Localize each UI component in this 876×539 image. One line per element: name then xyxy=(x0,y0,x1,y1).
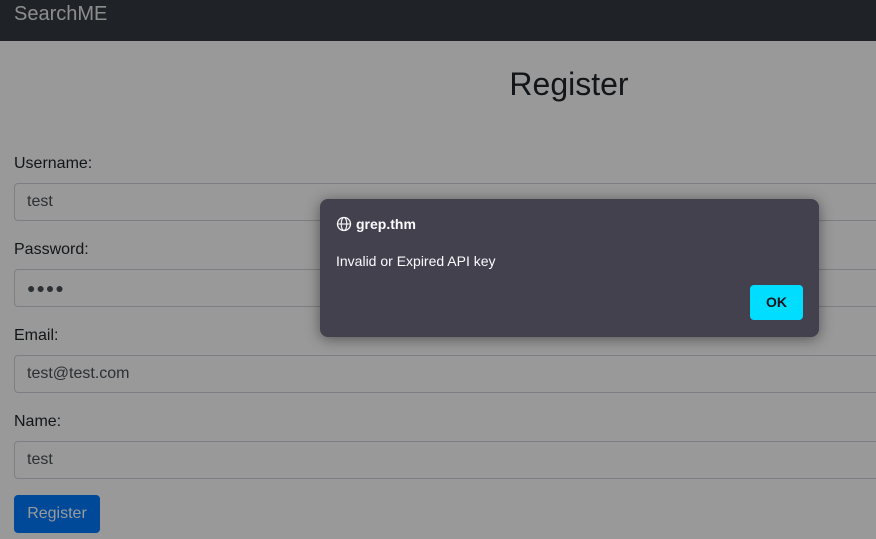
globe-icon xyxy=(336,216,352,232)
dialog-message: Invalid or Expired API key xyxy=(336,253,496,269)
ok-button[interactable]: OK xyxy=(750,285,803,320)
dialog-origin: grep.thm xyxy=(336,215,416,233)
dialog-origin-text: grep.thm xyxy=(356,216,416,232)
alert-dialog: grep.thm Invalid or Expired API key OK xyxy=(320,199,819,337)
